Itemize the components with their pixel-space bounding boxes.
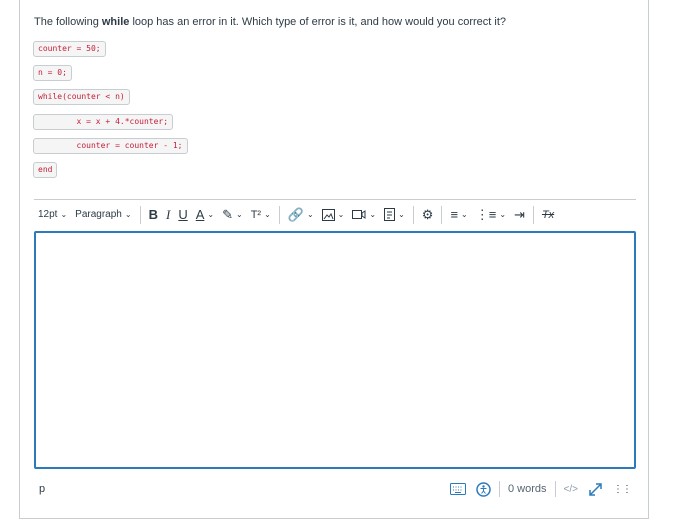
block-format-label: Paragraph [75, 209, 122, 220]
code-line-1: counter = 50; [33, 41, 106, 57]
status-divider [554, 481, 556, 497]
question-text: The following while loop has an error in… [34, 16, 506, 28]
block-format-dropdown[interactable]: Paragraph ⌄ [71, 205, 135, 225]
chevron-down-icon: ⌄ [207, 210, 215, 219]
media-icon [352, 209, 366, 219]
plug-icon: ⚙ [421, 206, 434, 222]
image-button[interactable]: ⌄ [318, 205, 349, 225]
align-button[interactable]: ≡ ⌄ [446, 205, 471, 225]
font-size-dropdown[interactable]: 12pt ⌄ [34, 205, 71, 225]
toolbar-divider [278, 205, 280, 224]
editor-content[interactable] [36, 233, 634, 249]
accessibility-icon [476, 481, 491, 497]
chevron-down-icon: ⌄ [235, 210, 243, 219]
text-color-button[interactable]: A ⌄ [192, 205, 218, 225]
highlight-color-button[interactable]: ✎ ⌄ [218, 205, 247, 225]
question-text-part2: loop has an error in it. Which type of e… [129, 16, 507, 28]
link-button[interactable]: 🔗 ⌄ [284, 205, 318, 225]
word-count[interactable]: 0 words [503, 483, 552, 495]
toolbar-divider [441, 205, 443, 224]
editor-status-bar: p 0 words </> ⋮⋮ [34, 477, 636, 501]
status-actions: 0 words </> ⋮⋮ [445, 481, 636, 497]
bold-button[interactable]: B [145, 205, 162, 225]
editor-toolbar: 12pt ⌄ Paragraph ⌄ B I U A ⌄ ✎ ⌄ T² ⌄ 🔗 … [34, 199, 636, 229]
bold-icon: B [148, 206, 158, 222]
clear-formatting-button[interactable]: Tx [538, 205, 558, 225]
fullscreen-button[interactable] [583, 482, 608, 497]
indent-button[interactable]: ⇥ [510, 205, 529, 225]
bullet-list-icon: ⋮≡ [475, 206, 497, 222]
document-icon [384, 208, 396, 221]
toolbar-divider [412, 205, 414, 224]
chevron-down-icon: ⌄ [398, 210, 405, 219]
code-line-2: n = 0; [33, 65, 72, 81]
element-path[interactable]: p [39, 483, 45, 495]
accessibility-checker-button[interactable] [471, 481, 496, 497]
expand-icon [589, 482, 602, 496]
list-button[interactable]: ⋮≡ ⌄ [472, 205, 510, 225]
chevron-down-icon: ⌄ [461, 210, 468, 219]
align-left-icon: ≡ [450, 206, 459, 222]
link-icon: 🔗 [287, 206, 304, 222]
image-icon [321, 208, 335, 221]
code-line-3: while(counter < n) [33, 89, 130, 105]
toolbar-divider [139, 205, 141, 224]
italic-icon: I [165, 206, 171, 222]
rich-text-editor[interactable] [34, 231, 636, 469]
chevron-down-icon: ⌄ [499, 210, 507, 219]
indent-icon: ⇥ [514, 206, 525, 222]
status-divider [499, 481, 500, 497]
document-button[interactable]: ⌄ [380, 205, 409, 225]
underline-button[interactable]: U [174, 205, 191, 225]
chevron-down-icon: ⌄ [124, 210, 132, 219]
underline-icon: U [178, 206, 188, 222]
font-size-label: 12pt [38, 209, 58, 220]
keyboard-icon [450, 483, 466, 495]
apps-button[interactable]: ⚙ [418, 205, 438, 225]
italic-button[interactable]: I [162, 205, 174, 225]
html-editor-toggle[interactable]: </> [559, 484, 583, 495]
code-line-5: counter = counter - 1; [33, 138, 188, 154]
media-button[interactable]: ⌄ [348, 205, 380, 225]
toolbar-divider [532, 205, 534, 224]
highlighter-icon: ✎ [222, 206, 233, 222]
chevron-down-icon: ⌄ [60, 210, 68, 219]
keyboard-shortcuts-button[interactable] [445, 483, 471, 495]
question-keyword: while [101, 16, 130, 28]
code-line-4: x = x + 4.*counter; [33, 114, 174, 130]
superscript-icon: T² [250, 208, 262, 221]
resize-handle[interactable]: ⋮⋮ [608, 484, 636, 495]
text-color-icon: A [195, 206, 205, 222]
drag-handle-icon: ⋮⋮ [613, 483, 632, 495]
chevron-down-icon: ⌄ [306, 210, 314, 219]
chevron-down-icon: ⌄ [264, 210, 271, 219]
clear-formatting-icon: Tx [541, 208, 555, 221]
code-line-6: end [33, 162, 58, 178]
chevron-down-icon: ⌄ [337, 210, 345, 219]
superscript-button[interactable]: T² ⌄ [247, 205, 275, 225]
question-text-part1: The following [34, 16, 102, 28]
chevron-down-icon: ⌄ [369, 210, 377, 219]
